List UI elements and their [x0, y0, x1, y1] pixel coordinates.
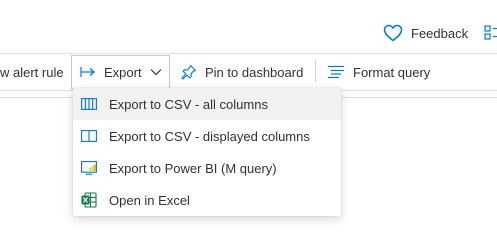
menu-item-open-in-excel[interactable]: Open in Excel [73, 184, 341, 216]
menu-item-export-csv-all[interactable]: Export to CSV - all columns [73, 88, 341, 120]
format-query-button[interactable]: Format query [327, 55, 430, 89]
csv-displayed-columns-icon [80, 127, 98, 145]
new-alert-rule-button[interactable]: w alert rule [0, 55, 64, 89]
feedback-label: Feedback [411, 25, 469, 41]
export-menu: Export to CSV - all columns Export to CS… [73, 88, 341, 216]
pin-to-dashboard-label: Pin to dashboard [205, 64, 304, 80]
query-toolbar: w alert rule Export Pin to dashboard For… [0, 53, 497, 91]
format-query-icon [328, 65, 344, 79]
top-bar: Feedback [0, 0, 497, 52]
heart-icon [383, 24, 403, 42]
pin-icon [181, 64, 197, 80]
export-arrow-icon [80, 67, 95, 77]
menu-item-label: Export to Power BI (M query) [109, 160, 277, 176]
feedback-button[interactable]: Feedback [383, 22, 468, 44]
csv-all-columns-icon [80, 95, 98, 113]
menu-item-label: Open in Excel [109, 192, 190, 208]
export-button[interactable]: Export [71, 55, 170, 89]
pin-to-dashboard-button[interactable]: Pin to dashboard [181, 55, 303, 89]
menu-item-export-power-bi[interactable]: Export to Power BI (M query) [73, 152, 341, 184]
toolbar-divider [315, 60, 316, 82]
format-query-label: Format query [353, 64, 431, 80]
export-label: Export [104, 64, 142, 80]
new-alert-rule-label: w alert rule [0, 64, 64, 80]
more-grid-icon[interactable] [484, 25, 497, 41]
chevron-down-icon [150, 69, 162, 76]
excel-icon [80, 191, 98, 209]
menu-item-label: Export to CSV - all columns [109, 96, 268, 112]
power-bi-icon [80, 159, 98, 177]
menu-item-export-csv-displayed[interactable]: Export to CSV - displayed columns [73, 120, 341, 152]
menu-item-label: Export to CSV - displayed columns [109, 128, 310, 144]
